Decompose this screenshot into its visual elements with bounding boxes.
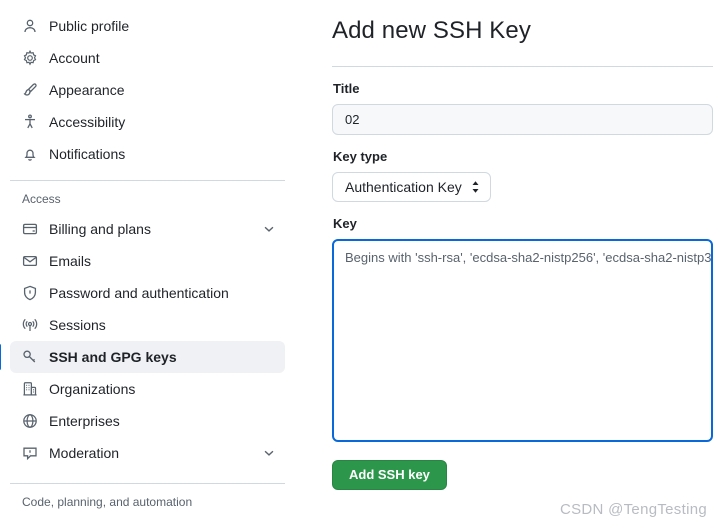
person-icon (22, 18, 38, 34)
sidebar-item-label: Emails (49, 253, 92, 269)
chevron-up-down-icon (470, 180, 481, 194)
sidebar-item-label: SSH and GPG keys (49, 349, 177, 365)
sidebar-top-spacer (0, 0, 300, 10)
chevron-down-icon[interactable] (261, 221, 277, 237)
sidebar-item-moderation[interactable]: Moderation (10, 437, 285, 469)
sidebar-item-label: Sessions (49, 317, 106, 333)
watermark-text: CSDN @TengTesting (559, 501, 707, 518)
accessibility-icon (22, 114, 38, 130)
sidebar-item-emails[interactable]: Emails (10, 245, 285, 277)
sidebar-item-label: Public profile (49, 18, 130, 34)
sidebar-item-label: Moderation (49, 445, 120, 461)
chevron-down-icon[interactable] (261, 445, 277, 461)
sidebar-item-public-profile[interactable]: Public profile (10, 10, 285, 42)
sidebar-item-notifications[interactable]: Notifications (10, 138, 285, 170)
key-textarea[interactable] (332, 239, 713, 442)
organization-icon (22, 381, 38, 397)
sidebar-item-label: Notifications (49, 146, 126, 162)
key-type-field-label: Key type (333, 149, 388, 164)
add-ssh-key-button[interactable]: Add SSH key (332, 460, 447, 490)
sidebar-divider-code (10, 483, 285, 484)
page-title: Add new SSH Key (332, 17, 531, 44)
sidebar-item-label: Appearance (49, 82, 125, 98)
sidebar-item-enterprises[interactable]: Enterprises (10, 405, 285, 437)
sidebar-divider-access (10, 180, 285, 181)
key-type-selected-value: Authentication Key (345, 179, 462, 195)
broadcast-icon (22, 317, 38, 333)
settings-sidebar: Public profile Account Appearance Access… (0, 0, 300, 525)
sidebar-item-appearance[interactable]: Appearance (10, 74, 285, 106)
sidebar-item-label: Organizations (49, 381, 136, 397)
sidebar-item-label: Enterprises (49, 413, 120, 429)
sidebar-item-sessions[interactable]: Sessions (10, 309, 285, 341)
sidebar-item-label: Password and authentication (49, 285, 229, 301)
credit-card-icon (22, 221, 38, 237)
sidebar-section-heading-code: Code, planning, and automation (22, 495, 193, 509)
key-type-select[interactable]: Authentication Key (332, 172, 491, 202)
sidebar-item-accessibility[interactable]: Accessibility (10, 106, 285, 138)
sidebar-item-password-and-authentication[interactable]: Password and authentication (10, 277, 285, 309)
report-icon (22, 445, 38, 461)
sidebar-item-organizations[interactable]: Organizations (10, 373, 285, 405)
key-icon (22, 349, 38, 365)
shield-icon (22, 285, 38, 301)
sidebar-access-group: Billing and plans Emails Password and au… (0, 213, 300, 469)
mail-icon (22, 253, 38, 269)
key-field-label: Key (333, 216, 357, 231)
main-content: Add new SSH Key Title Key type Authentic… (332, 0, 713, 525)
sidebar-item-ssh-and-gpg-keys[interactable]: SSH and GPG keys (0, 341, 285, 373)
gear-icon (22, 50, 38, 66)
sidebar-item-label: Accessibility (49, 114, 126, 130)
sidebar-item-label: Billing and plans (49, 221, 151, 237)
sidebar-item-account[interactable]: Account (10, 42, 285, 74)
sidebar-primary-group: Public profile Account Appearance Access… (0, 10, 300, 170)
title-divider (332, 66, 713, 67)
sidebar-item-billing-and-plans[interactable]: Billing and plans (10, 213, 285, 245)
title-field-label: Title (333, 81, 360, 96)
title-input[interactable] (332, 104, 713, 135)
bell-icon (22, 146, 38, 162)
globe-icon (22, 413, 38, 429)
sidebar-section-heading-access: Access (22, 192, 61, 206)
paintbrush-icon (22, 82, 38, 98)
sidebar-item-label: Account (49, 50, 100, 66)
